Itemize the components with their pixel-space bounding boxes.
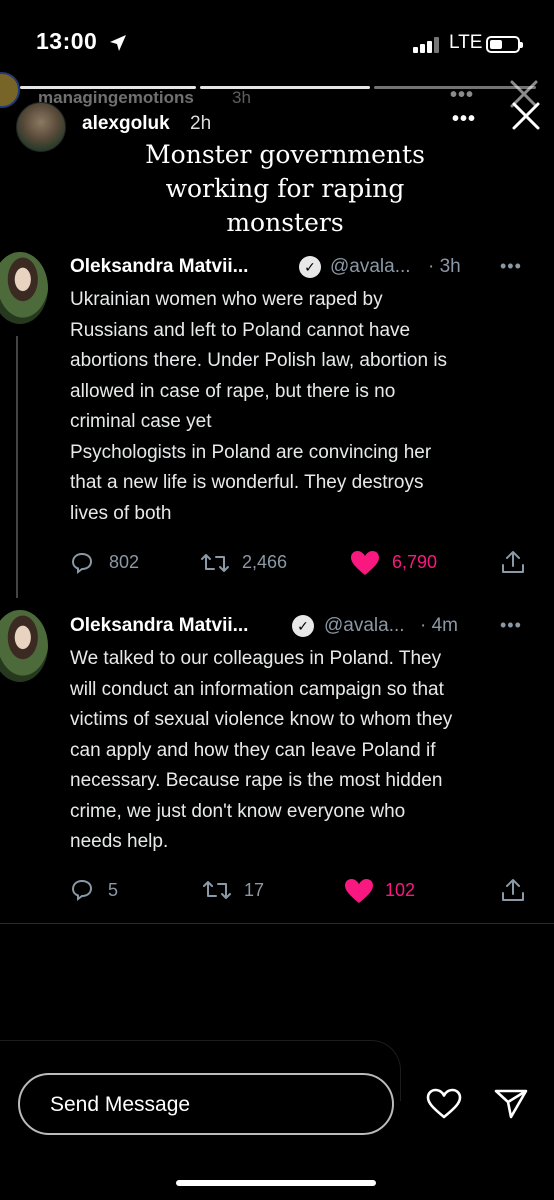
- like-count: 102: [385, 880, 416, 900]
- thread-line: [16, 336, 18, 598]
- heart-icon[interactable]: [426, 1088, 462, 1125]
- tweet-line: needs help.: [70, 831, 169, 852]
- verified-badge-icon: ✓: [299, 256, 321, 278]
- location-arrow-icon: [108, 33, 128, 58]
- prev-story-avatar: [0, 72, 20, 108]
- tweet-text: Ukrainian women who were raped by Russia…: [70, 285, 510, 529]
- send-message-input[interactable]: Send Message: [18, 1073, 394, 1135]
- tweet-line: Psychologists in Poland are convincing h…: [70, 441, 432, 463]
- retweet-count: 17: [244, 880, 265, 900]
- tweet-avatar: [0, 252, 48, 324]
- prev-story-time: 3h: [232, 88, 251, 107]
- tweet-author-name: Oleksandra Matvii...: [70, 615, 249, 636]
- caption-line: Monster governments: [145, 140, 425, 169]
- more-options-icon[interactable]: •••: [452, 108, 476, 131]
- tweet-line: that a new life is wonderful. They destr…: [70, 472, 424, 493]
- tweet-line: victims of sexual violence know to whom …: [70, 709, 453, 730]
- story-username[interactable]: alexgoluk: [82, 113, 170, 135]
- prev-story-username: managingemotions: [38, 88, 194, 107]
- send-message-placeholder: Send Message: [50, 1093, 191, 1116]
- tweet-line: necessary. Because rape is the most hidd…: [70, 770, 443, 791]
- tweet-line: Ukrainian women who were raped by: [70, 289, 383, 310]
- tweet-more-icon: •••: [500, 256, 522, 276]
- tweet-more-icon: •••: [500, 615, 522, 635]
- story-caption: Monster governments working for raping m…: [120, 138, 450, 240]
- story-avatar[interactable]: [16, 102, 66, 152]
- tweet-avatar: [0, 610, 48, 682]
- reply-count: 5: [108, 880, 119, 900]
- status-time: 13:00: [36, 28, 98, 54]
- tweet-author-name: Oleksandra Matvii...: [70, 256, 249, 277]
- story-progress-2: [200, 86, 370, 89]
- tweet-line: abortions there. Under Polish law, abort…: [70, 350, 448, 371]
- reply-count: 802: [109, 552, 140, 572]
- story-time: 2h: [190, 113, 212, 134]
- tweet-line: Russians and left to Poland cannot have: [70, 319, 411, 341]
- tweet-handle: @avala...: [330, 256, 411, 277]
- tweet-line: crime, we just don't know everyone who: [70, 800, 406, 822]
- reply-icon: [70, 551, 94, 580]
- retweet-icon: [202, 878, 232, 907]
- like-heart-icon: [350, 550, 380, 581]
- tweet-handle: @avala...: [324, 615, 405, 636]
- close-icon[interactable]: [510, 100, 542, 132]
- tweet-time: · 3h: [428, 256, 461, 277]
- prev-more-icon: •••: [450, 84, 475, 106]
- tweet-line: will conduct an information campaign so …: [70, 678, 444, 700]
- network-type: LTE: [449, 32, 483, 53]
- retweet-count: 2,466: [242, 552, 288, 572]
- home-indicator: [176, 1180, 376, 1186]
- tweet-line: allowed in case of rape, but there is no: [70, 380, 396, 402]
- caption-line: monsters: [226, 208, 344, 237]
- share-icon: [500, 549, 526, 580]
- tweet-time: · 4m: [420, 615, 458, 636]
- send-paper-plane-icon[interactable]: [494, 1088, 528, 1125]
- retweet-icon: [200, 551, 230, 580]
- tweet-line: lives of both: [70, 502, 172, 524]
- share-icon: [500, 877, 526, 908]
- tweet-line: We talked to our colleagues in Poland. T…: [70, 648, 442, 669]
- tweet-line: can apply and how they can leave Poland …: [70, 739, 436, 761]
- cellular-signal-icon: [413, 37, 443, 58]
- like-count: 6,790: [392, 552, 438, 572]
- battery-icon: [486, 36, 523, 53]
- caption-line: working for raping: [165, 174, 405, 203]
- verified-badge-icon: ✓: [292, 615, 314, 637]
- tweet-line: criminal case yet: [70, 411, 212, 432]
- like-heart-icon: [344, 878, 374, 909]
- reply-icon: [70, 878, 94, 907]
- divider: [0, 923, 554, 924]
- tweet-text: We talked to our colleagues in Poland. T…: [70, 644, 510, 858]
